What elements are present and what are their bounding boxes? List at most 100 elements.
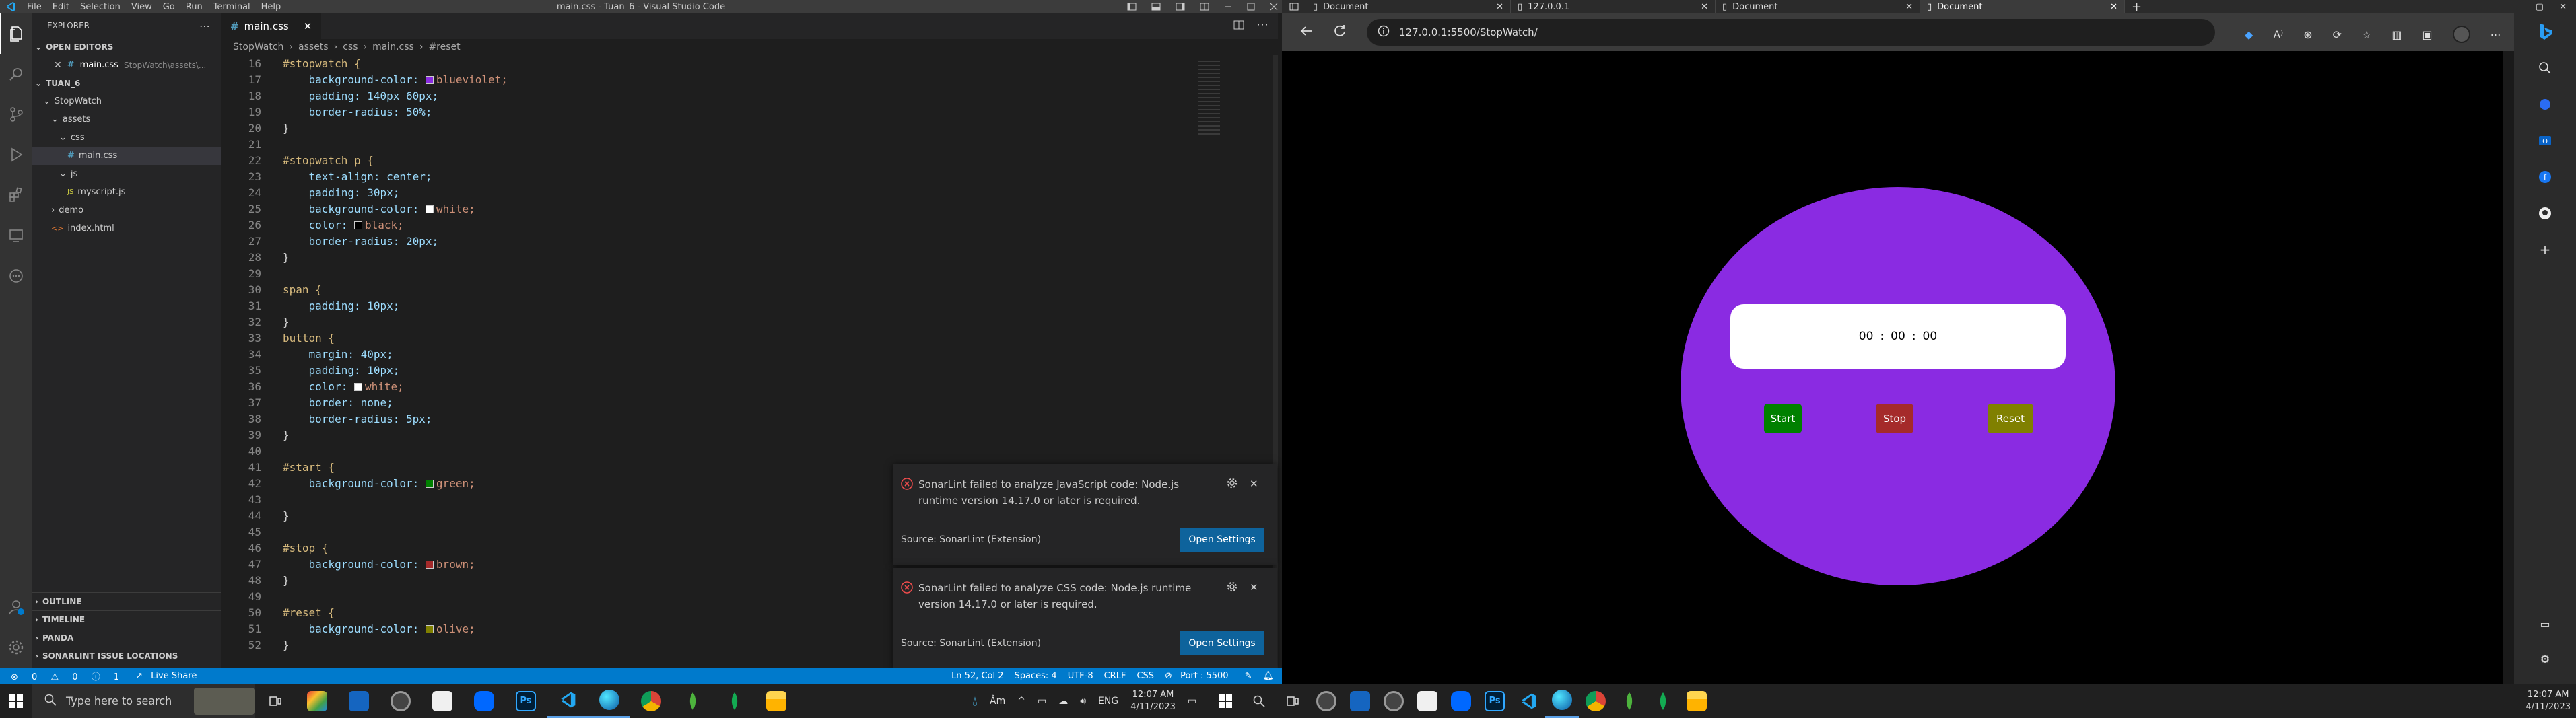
zoom-icon[interactable]: ⊕ xyxy=(2303,28,2312,41)
clock-2[interactable]: 12:07 AM 4/11/2023 xyxy=(2526,689,2571,713)
code-line[interactable]: 39} xyxy=(221,427,1278,443)
extensions-icon[interactable] xyxy=(0,175,32,215)
task-view-icon[interactable] xyxy=(255,684,296,718)
vscode-app-icon[interactable] xyxy=(1512,684,1545,718)
maximize-icon[interactable]: ▢ xyxy=(2536,2,2544,12)
code-line[interactable]: 20} xyxy=(221,120,1278,136)
color-swatch[interactable] xyxy=(425,625,434,633)
close-tab-icon[interactable]: ✕ xyxy=(1905,2,1913,12)
menu-item-terminal[interactable]: Terminal xyxy=(213,2,250,12)
browser-tab[interactable]: ▯ 127.0.0.1 ✕ xyxy=(1511,0,1716,13)
code-line[interactable]: 36 color: white; xyxy=(221,378,1278,394)
browser-tab[interactable]: ▯ Document ✕ xyxy=(1306,0,1511,13)
breadcrumb-item[interactable]: main.css xyxy=(372,42,414,52)
taskbar-search-box[interactable]: Type here to search xyxy=(32,684,255,718)
address-bar[interactable]: 127.0.0.1:5500/StopWatch/ xyxy=(1367,19,2215,46)
search-icon[interactable] xyxy=(0,54,32,94)
tree-item[interactable]: › demo xyxy=(32,201,221,219)
onedrive-icon[interactable]: ☁ xyxy=(1058,696,1068,707)
tree-item[interactable]: ⌄ js xyxy=(32,165,221,183)
tree-item[interactable]: JS myscript.js xyxy=(32,183,221,201)
customize-layout-icon[interactable] xyxy=(1200,3,1209,11)
gear-icon[interactable]: ⚙ xyxy=(2514,641,2576,677)
code-line[interactable]: 37 border: none; xyxy=(221,394,1278,410)
vscode-app-icon[interactable] xyxy=(547,684,588,718)
browser-tab[interactable]: ▯ Document ✕ xyxy=(1920,0,2125,13)
tree-item[interactable]: ⌄ StopWatch xyxy=(32,92,221,110)
code-line[interactable]: 40 xyxy=(221,443,1278,459)
color-swatch[interactable] xyxy=(425,76,434,84)
sidebar-toggle-icon[interactable]: ▭ xyxy=(2514,606,2576,642)
panel-section[interactable]: › SONARLINT ISSUE LOCATIONS xyxy=(32,647,221,665)
line-ending[interactable]: CRLF xyxy=(1104,671,1126,681)
toggle-panel-icon[interactable] xyxy=(1151,3,1161,11)
color-swatch[interactable] xyxy=(425,561,434,569)
close-window-icon[interactable] xyxy=(1270,3,1278,11)
more-actions-icon[interactable]: ⋯ xyxy=(1256,17,1268,32)
breadcrumb-item[interactable]: #reset xyxy=(428,42,460,52)
menu-item-run[interactable]: Run xyxy=(186,2,203,12)
windows-start-icon[interactable] xyxy=(0,684,32,718)
code-line[interactable]: 18 padding: 140px 60px; xyxy=(221,87,1278,104)
close-tab-icon[interactable]: ✕ xyxy=(2110,2,2117,12)
tree-item[interactable]: ⌄ assets xyxy=(32,110,221,129)
code-line[interactable]: 33 button { xyxy=(221,330,1278,346)
zalo-app-icon[interactable] xyxy=(1444,684,1478,718)
code-line[interactable]: 16 #stopwatch { xyxy=(221,55,1278,71)
minimize-icon[interactable]: — xyxy=(2513,2,2522,12)
chrome-app-icon[interactable] xyxy=(630,684,672,718)
code-line[interactable]: 31 padding: 10px; xyxy=(221,297,1278,314)
refresh-icon[interactable] xyxy=(1333,24,1347,40)
close-tab-icon[interactable]: ✕ xyxy=(1701,2,1708,12)
tree-item[interactable]: # main.css xyxy=(32,147,221,165)
app-icon[interactable] xyxy=(1310,684,1343,718)
color-swatch[interactable] xyxy=(353,383,362,391)
task-view-icon[interactable] xyxy=(1276,684,1310,718)
sync-icon[interactable]: ⟳ xyxy=(2333,28,2342,41)
facebook-icon[interactable]: f xyxy=(2514,159,2576,195)
split-editor-icon[interactable] xyxy=(1233,20,1244,32)
tree-item[interactable]: ⌄ css xyxy=(32,129,221,147)
language-mode[interactable]: CSS xyxy=(1137,671,1154,681)
color-swatch[interactable] xyxy=(425,480,434,488)
github-icon[interactable] xyxy=(2514,195,2576,231)
back-arrow-icon[interactable] xyxy=(1299,24,1313,40)
code-line[interactable]: 24 padding: 30px; xyxy=(221,184,1278,201)
code-line[interactable]: 38 border-radius: 5px; xyxy=(221,410,1278,427)
info-icon[interactable] xyxy=(1378,25,1390,40)
code-line[interactable]: 17 background-color: blueviolet; xyxy=(221,71,1278,87)
favorites-icon[interactable]: ☆ xyxy=(2362,28,2371,41)
minimap[interactable] xyxy=(1198,61,1220,135)
add-icon[interactable]: + xyxy=(2514,231,2576,268)
color-swatch[interactable] xyxy=(425,205,434,213)
color-swatch[interactable] xyxy=(353,221,362,229)
code-line[interactable]: 35 padding: 10px; xyxy=(221,362,1278,378)
code-line[interactable]: 21 xyxy=(221,136,1278,152)
panel-section[interactable]: › OUTLINE xyxy=(32,592,221,610)
code-line[interactable]: 30 span { xyxy=(221,281,1278,297)
code-line[interactable]: 25 background-color: white; xyxy=(221,201,1278,217)
reset-button[interactable]: Reset xyxy=(1988,404,2033,433)
collections-icon[interactable]: ▣ xyxy=(2422,28,2432,41)
cursor-position[interactable]: Ln 52, Col 2 xyxy=(951,671,1003,681)
code-line[interactable]: 29 xyxy=(221,265,1278,281)
zalo-app-icon[interactable] xyxy=(463,684,505,718)
settings-more-icon[interactable]: ⋯ xyxy=(2490,28,2501,41)
edge-app-icon[interactable] xyxy=(1545,684,1580,718)
close-window-icon[interactable]: ✕ xyxy=(2559,2,2567,12)
explorer-icon[interactable] xyxy=(0,13,32,54)
outlook-icon[interactable]: O xyxy=(2514,122,2576,159)
new-tab-icon[interactable]: + xyxy=(2132,0,2142,14)
more-views-icon[interactable] xyxy=(0,256,32,296)
store-app-icon[interactable] xyxy=(1411,684,1444,718)
shopping-icon[interactable] xyxy=(2514,86,2576,122)
code-line[interactable]: 19 border-radius: 50%; xyxy=(221,104,1278,120)
menu-item-view[interactable]: View xyxy=(131,2,152,12)
panel-section[interactable]: › PANDA xyxy=(32,629,221,647)
profile-avatar[interactable] xyxy=(2452,26,2470,43)
notification-center-icon[interactable]: ▭ xyxy=(1188,696,1196,707)
close-icon[interactable]: ✕ xyxy=(1250,478,1258,490)
menu-item-edit[interactable]: Edit xyxy=(53,2,69,12)
start-button[interactable]: Start xyxy=(1764,404,1802,433)
browser-tab[interactable]: ▯ Document ✕ xyxy=(1716,0,1920,13)
